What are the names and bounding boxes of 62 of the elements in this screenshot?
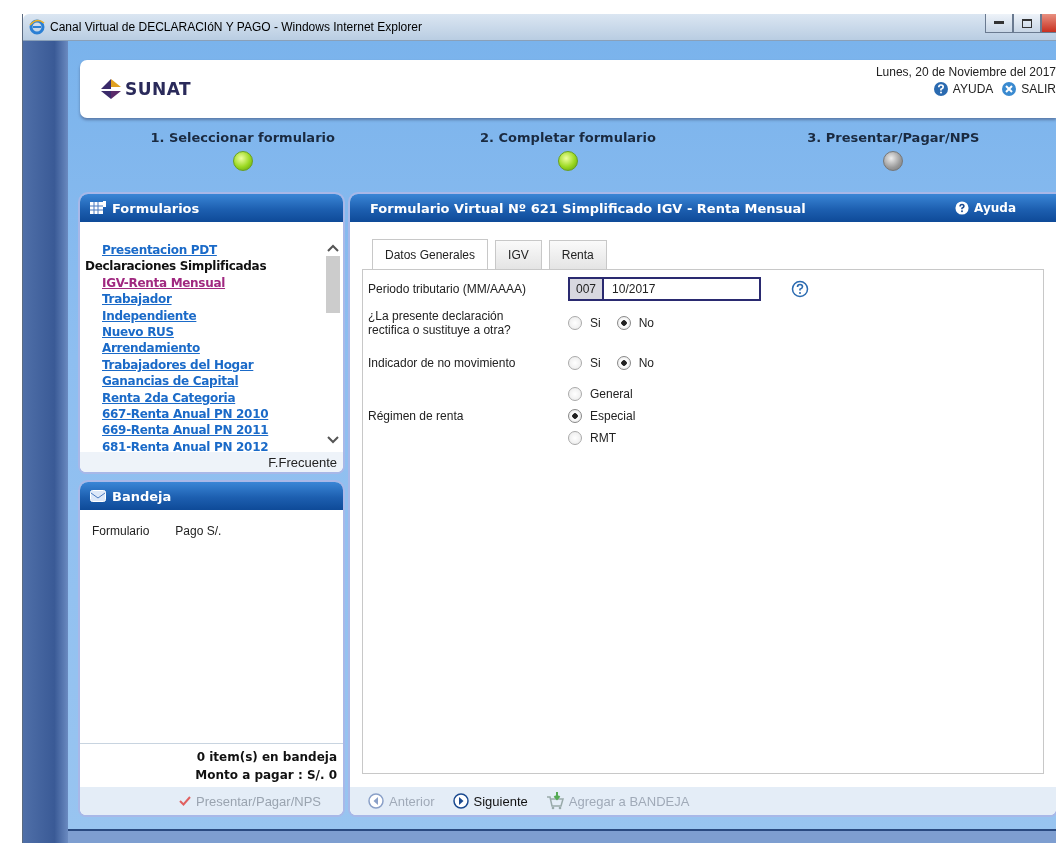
radio-option[interactable]: RMT (568, 431, 636, 445)
tray-icon (90, 489, 106, 503)
minimize-icon (994, 21, 1004, 25)
form-link[interactable]: Trabajadores del Hogar (102, 356, 254, 374)
radio-option[interactable]: No (616, 356, 654, 370)
summary-text: Monto a pagar : S/. 0 (195, 767, 337, 784)
form-link[interactable]: Independiente (102, 307, 197, 325)
tab[interactable]: Renta (548, 240, 607, 269)
date-text: Lunes, 20 de Noviembre del 2017 (875, 65, 1056, 79)
form-link[interactable]: 681-Renta Anual PN 2012 (102, 438, 269, 452)
form-link[interactable]: Renta 2da Categoria (102, 389, 236, 407)
form-link[interactable]: 667-Renta Anual PN 2010 (102, 406, 269, 423)
field-label: Indicador de no movimiento (368, 356, 517, 370)
form-link[interactable]: 669-Renta Anual PN 2011 (102, 422, 269, 439)
scroll-down-icon[interactable] (327, 436, 339, 444)
column-header: Pago S/. (175, 524, 222, 538)
exit-link[interactable]: SALIR (1001, 81, 1056, 97)
help-link[interactable]: AYUDA (932, 81, 994, 97)
table-icon (90, 201, 106, 215)
radio-option[interactable]: Si (568, 356, 601, 370)
field-label: Periodo tributario (MM/AAAA) (368, 282, 528, 296)
help-icon (932, 81, 949, 97)
column-header: Formulario (92, 524, 150, 538)
step-label: 1. Seleccionar formulario (150, 130, 335, 145)
maximize-icon (1022, 18, 1032, 28)
radio-option[interactable]: Si (568, 316, 601, 330)
list-heading: Declaraciones Simplificadas (85, 258, 267, 275)
panel-title: Formularios (112, 200, 200, 216)
radio-option[interactable]: Especial (568, 409, 636, 423)
form-link[interactable]: Presentacion PDT (102, 242, 217, 259)
field-label: ¿La presente declaración rectifica o sustituye a otra? (368, 309, 512, 337)
panel-title: Bandeja (112, 488, 172, 504)
period-field[interactable]: 007 10/2017 (568, 277, 761, 301)
close-icon (1001, 81, 1018, 97)
form-link[interactable]: Nuevo RUS (102, 324, 174, 341)
logo-icon (100, 78, 122, 100)
window-title: Canal Virtual de DECLARACIóN Y PAGO - Windows Internet Explorer (50, 20, 422, 34)
tab[interactable]: IGV (495, 240, 542, 269)
tab[interactable]: Datos Generales (372, 239, 489, 269)
next-button[interactable]: Siguiente (452, 793, 528, 809)
check-icon (179, 796, 191, 806)
radio-option[interactable]: General (568, 387, 636, 401)
scroll-up-icon[interactable] (327, 244, 339, 252)
help-icon[interactable] (791, 280, 809, 298)
field-label: Régimen de renta (368, 409, 465, 423)
logo-text: SUNAT (125, 79, 192, 99)
cart-icon (545, 792, 564, 810)
form-link[interactable]: Ganancias de Capital (102, 373, 239, 390)
maximize-button[interactable] (1013, 14, 1041, 33)
panel-title: Formulario Virtual Nº 621 Simplificado IGV - Renta Mensual (370, 200, 806, 216)
help-link[interactable]: Ayuda (955, 201, 1016, 215)
scroll-thumb[interactable] (326, 256, 340, 313)
form-link[interactable]: Arrendamiento (102, 340, 200, 357)
radio-option[interactable]: No (616, 316, 654, 330)
minimize-button[interactable] (985, 14, 1013, 33)
step-label: 2. Completar formulario (480, 130, 656, 145)
form-link[interactable]: Trabajador (102, 291, 172, 308)
browser-icon (29, 19, 45, 35)
help-icon (955, 201, 970, 215)
form-link[interactable]: IGV-Renta Mensual (102, 274, 226, 292)
step-label: 3. Presentar/Pagar/NPS (807, 130, 980, 145)
summary-text: 0 item(s) en bandeja (196, 749, 337, 766)
